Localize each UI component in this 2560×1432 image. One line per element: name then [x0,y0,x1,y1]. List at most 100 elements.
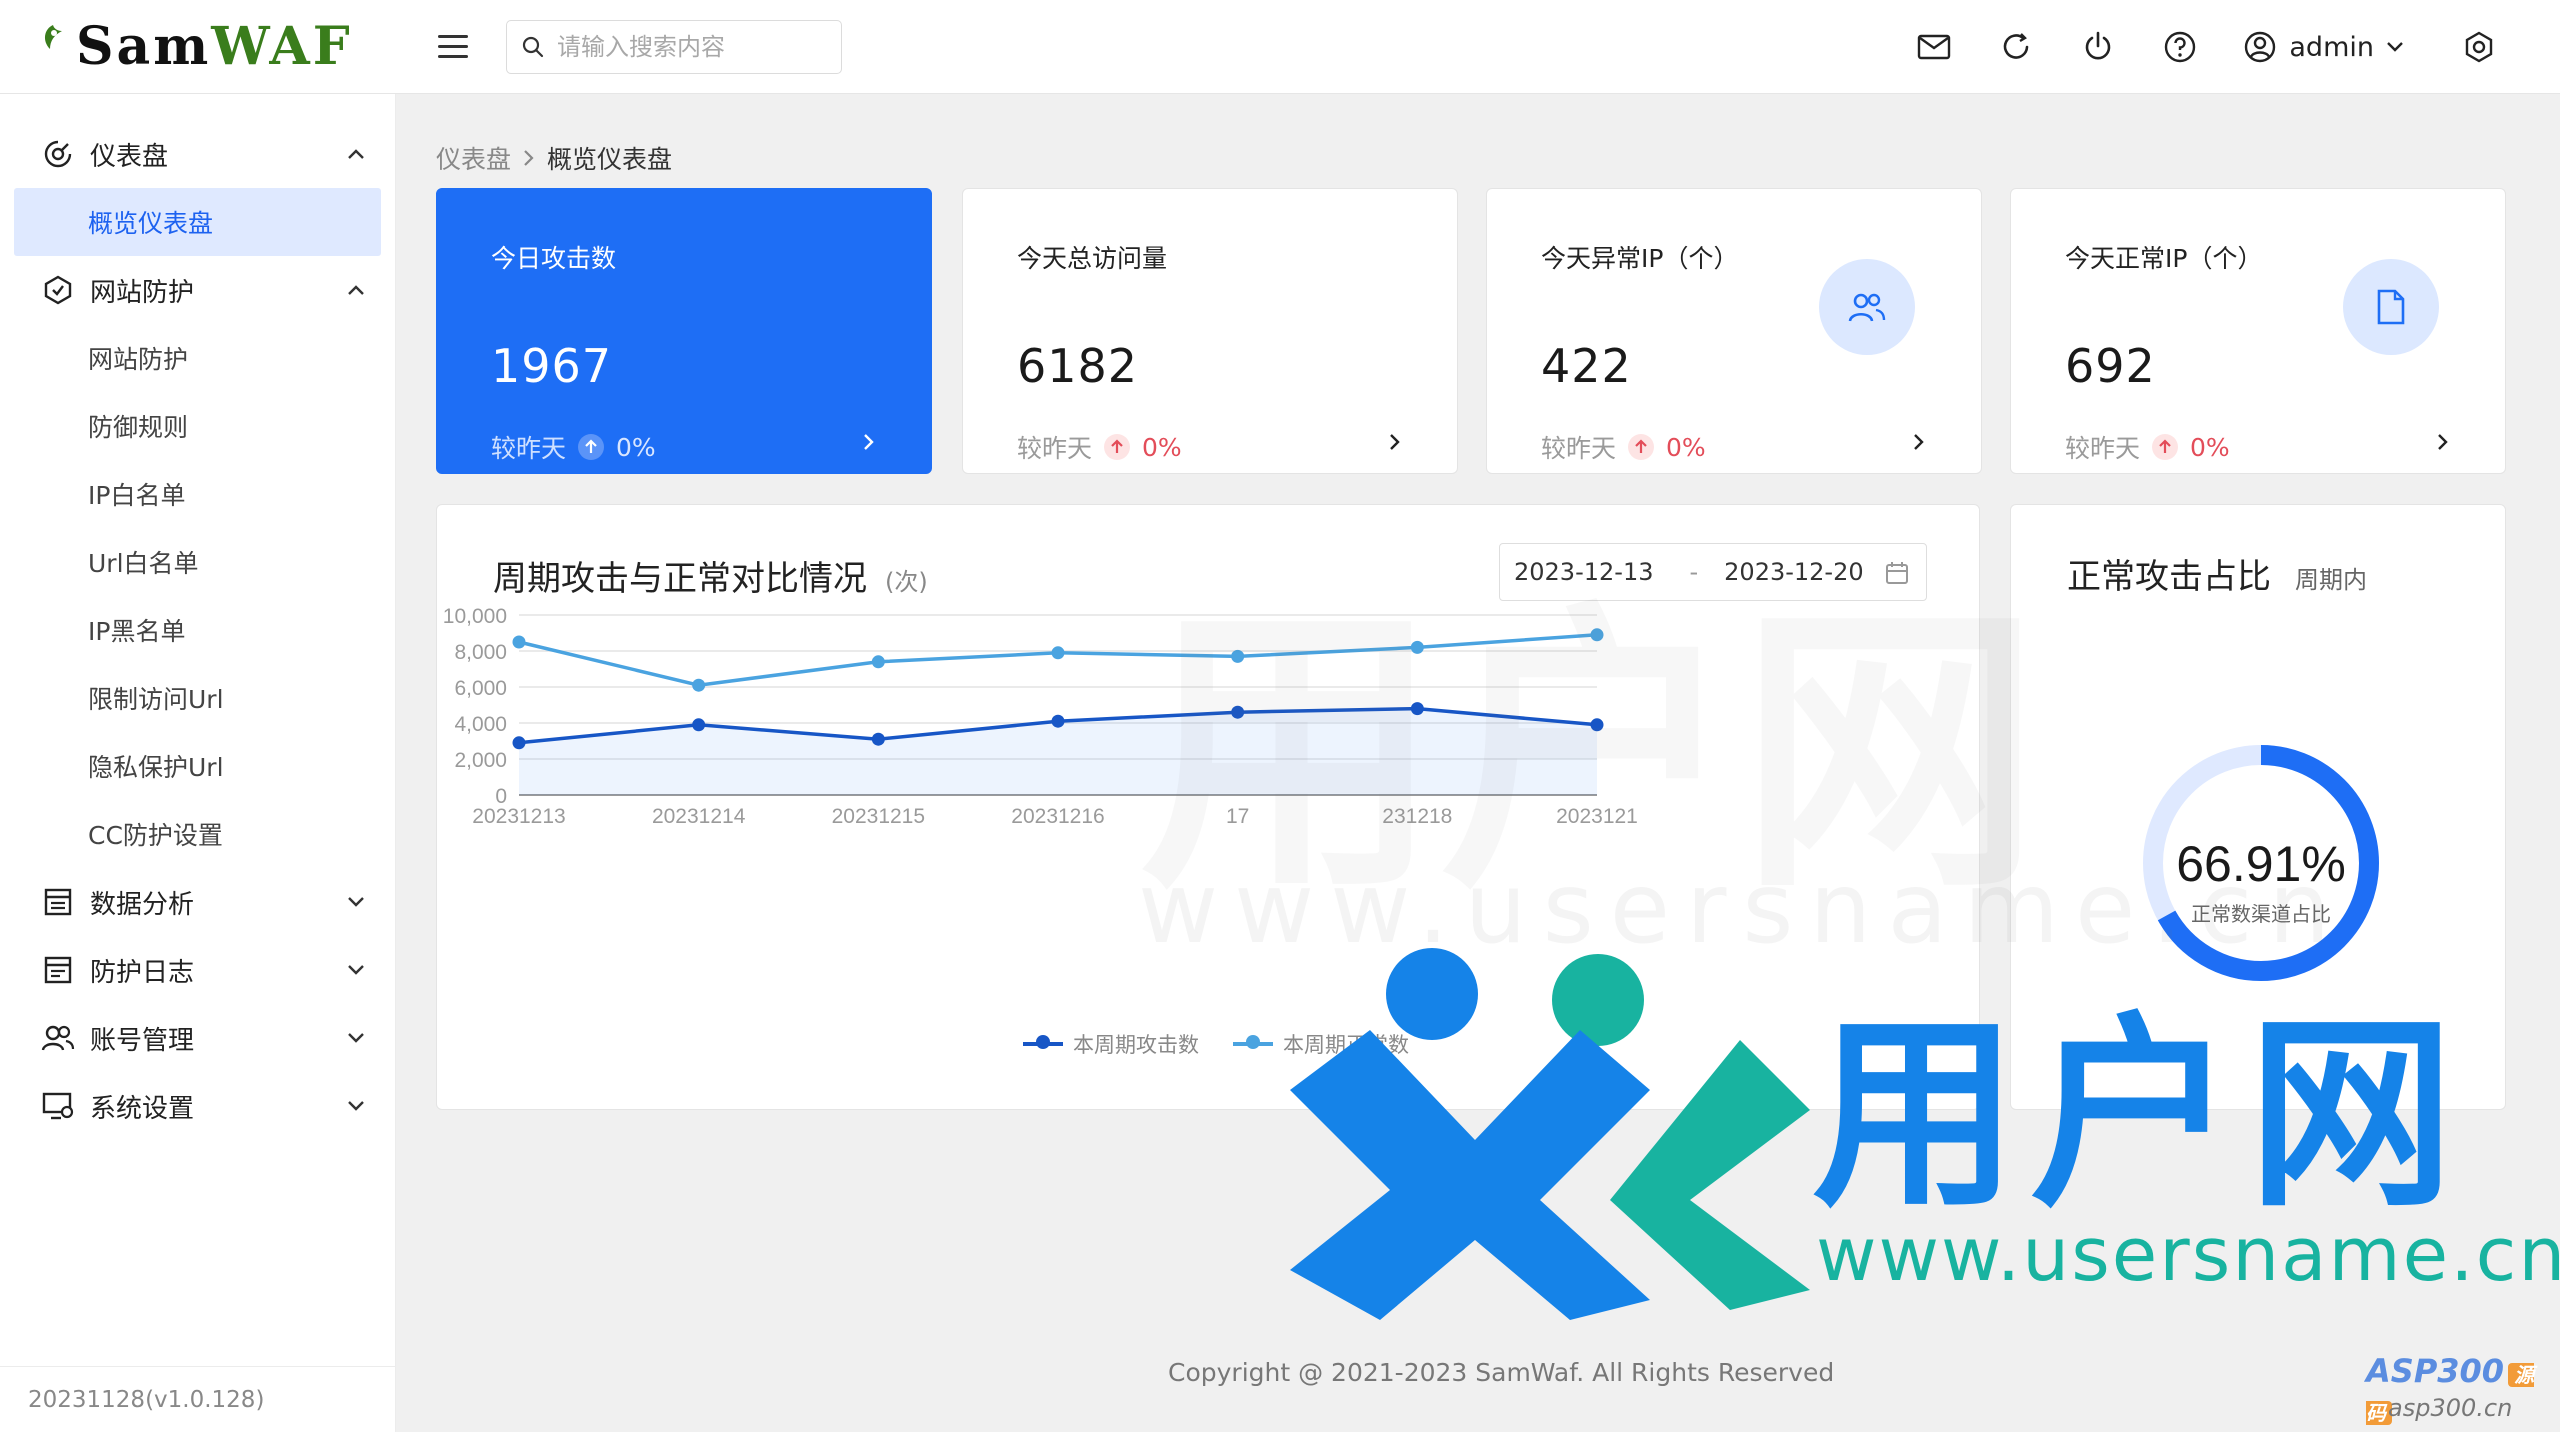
chevron-right-icon[interactable] [2437,433,2449,451]
sidebar-item-ip-whitelist[interactable]: IP白名单 [0,460,395,528]
x-tick-label: 20231213 [472,805,565,828]
chevron-down-icon [348,897,364,907]
refresh-icon[interactable] [1975,0,2057,94]
stat-card-abnormal-ip[interactable]: 今天异常IP（个） 422 较昨天 0% [1486,188,1982,474]
search-box[interactable] [506,19,842,74]
y-tick-label: 4,000 [454,713,507,736]
data-point [512,635,526,649]
sidebar-item-ip-blacklist[interactable]: IP黑名单 [0,596,395,664]
logo[interactable]: SamWAF [0,0,396,94]
data-point [1051,646,1065,660]
pie-percent: 66.91% [2176,836,2346,892]
sidebar-group-dashboard[interactable]: 仪表盘 [0,120,395,188]
stat-value: 692 [2065,339,2156,393]
legend-item-normal[interactable]: 本周期正常数 [1233,1029,1409,1059]
legend-item-attacks[interactable]: 本周期攻击数 [1023,1029,1199,1059]
sidebar-group-protection[interactable]: 网站防护 [0,256,395,324]
sidebar-item-cc-protection[interactable]: CC防护设置 [0,800,395,868]
search-icon [522,36,544,57]
y-tick-label: 8,000 [454,641,507,664]
sidebar-item-defense-rules[interactable]: 防御规则 [0,392,395,460]
breadcrumb-current: 概览仪表盘 [547,145,673,174]
top-header: SamWAF admin [0,0,2560,94]
data-point [871,732,885,746]
chevron-right-icon[interactable] [1913,433,1925,451]
help-icon[interactable] [2139,0,2221,94]
trend-chart-card: 周期攻击与正常对比情况 (次) 2023-12-13 - 2023-12-20 0… [436,504,1980,1110]
chevron-up-icon [348,285,364,295]
chevron-right-icon[interactable] [863,433,875,451]
stat-card-visits[interactable]: 今天总访问量 6182 较昨天 0% [962,188,1458,474]
breadcrumb-parent[interactable]: 仪表盘 [436,140,511,176]
data-point [692,718,706,732]
chevron-down-icon [348,965,364,975]
user-menu[interactable]: admin [2243,30,2404,64]
chart-legend: 本周期攻击数 本周期正常数 [1023,1029,1409,1059]
shield-icon [40,272,76,308]
stat-value: 6182 [1017,339,1139,393]
sidebar-group-logs[interactable]: 防护日志 [0,936,395,1004]
settings-gear-icon[interactable] [2438,0,2520,94]
stat-card-normal-ip[interactable]: 今天正常IP（个） 692 较昨天 0% [2010,188,2506,474]
search-input[interactable] [557,32,827,61]
sidebar-item-overview[interactable]: 概览仪表盘 [14,188,381,256]
data-point [1051,714,1065,728]
series-line [518,633,1598,687]
y-tick-label: 2,000 [454,749,507,772]
sidebar-group-analysis[interactable]: 数据分析 [0,868,395,936]
date-end[interactable]: 2023-12-20 [1724,558,1863,586]
sidebar-item-url-whitelist[interactable]: Url白名单 [0,528,395,596]
x-tick-label: 20231215 [832,805,925,828]
date-start[interactable]: 2023-12-13 [1514,558,1653,586]
sidebar-item-site-protection[interactable]: 网站防护 [0,324,395,392]
sidebar-group-system[interactable]: 系统设置 [0,1072,395,1140]
arrow-up-icon [2152,434,2179,460]
ratio-donut-chart: 66.91% 正常数渠道占比 [2143,745,2379,981]
sidebar-item-privacy-url[interactable]: 隐私保护Url [0,732,395,800]
chevron-down-icon [348,1101,364,1111]
arrow-up-icon [1628,434,1655,460]
y-tick-label: 10,000 [443,605,507,628]
date-range-picker[interactable]: 2023-12-13 - 2023-12-20 [1499,543,1927,601]
data-point [512,736,526,750]
users-icon [40,1020,76,1056]
chevron-up-icon [348,149,364,159]
stat-value: 422 [1541,339,1632,393]
menu-toggle-icon[interactable] [438,27,478,67]
ratio-card: 正常攻击占比 周期内 66.91% 正常数渠道占比 [2010,504,2506,1110]
chevron-down-icon [348,1033,364,1043]
corner-url: asp300.cn [2388,1394,2513,1422]
x-tick-label: 17 [1226,805,1249,828]
x-tick-label: 231218 [1382,805,1452,828]
data-point [1590,628,1604,642]
arrow-up-icon [1104,434,1131,460]
users-icon [1819,259,1915,355]
y-tick-label: 6,000 [454,677,507,700]
power-icon[interactable] [2057,0,2139,94]
calendar-icon [1886,562,1908,584]
stat-card-attacks[interactable]: 今日攻击数 1967 较昨天 0% [436,188,932,474]
data-point [1410,640,1424,654]
list-icon [40,884,76,920]
chart-title: 周期攻击与正常对比情况 (次) [493,559,928,599]
data-point [1231,705,1245,719]
logo-text: SamWAF [76,16,353,77]
username: admin [2289,31,2374,63]
pie-caption: 正常数渠道占比 [2191,902,2331,926]
chevron-right-icon[interactable] [1389,433,1401,451]
x-tick-label: 20231214 [652,805,746,828]
pie-title: 正常攻击占比 周期内 [2067,557,2367,597]
sidebar-item-restricted-url[interactable]: 限制访问Url [0,664,395,732]
sidebar-group-accounts[interactable]: 账号管理 [0,1004,395,1072]
chevron-down-icon [2387,42,2403,52]
data-point [1231,649,1245,663]
leaf-icon [44,24,62,49]
document-icon [2343,259,2439,355]
user-avatar-icon [2245,31,2276,63]
data-point [1590,718,1604,732]
log-icon [40,952,76,988]
stat-value: 1967 [491,339,613,393]
mail-icon[interactable] [1893,0,1975,94]
x-tick-label: 2023121 [1556,805,1638,828]
data-point [1410,702,1424,716]
